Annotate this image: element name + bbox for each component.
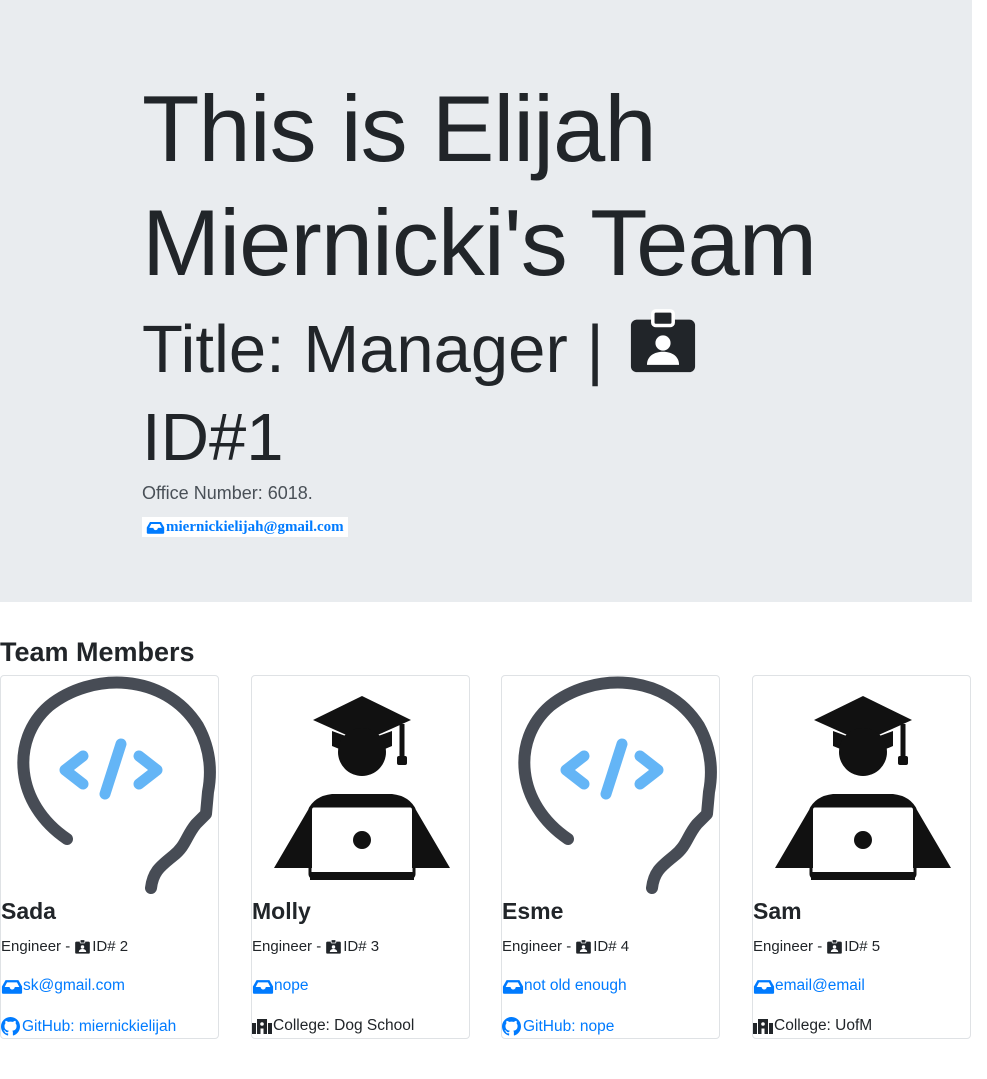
member-id: ID# 5 <box>844 938 881 955</box>
inbox-icon <box>252 979 274 994</box>
inbox-icon <box>146 521 165 534</box>
manager-id: ID#1 <box>142 400 284 475</box>
member-github-link[interactable]: GitHub: nope <box>502 1017 614 1036</box>
engineer-head-icon <box>1 676 219 898</box>
member-card: Sada Engineer - ID# 2 sk@gmail.com GitHu… <box>0 675 219 1039</box>
member-college: College: Dog School <box>252 1017 414 1035</box>
member-role-text: Engineer - <box>252 938 322 955</box>
member-card: Sam Engineer - ID# 5 email@email College… <box>752 675 971 1039</box>
github-icon <box>502 1017 521 1036</box>
student-laptop-icon <box>753 676 971 898</box>
member-role: Engineer - ID# 2 <box>1 938 128 955</box>
github-icon <box>1 1017 20 1036</box>
office-number: Office Number: 6018. <box>142 483 313 503</box>
member-email-text: not old enough <box>524 977 627 994</box>
manager-title-label: Title: Manager | <box>142 312 604 387</box>
member-role: Engineer - ID# 4 <box>502 938 629 955</box>
manager-title: Title: Manager | ID#1 <box>142 306 782 482</box>
member-email-text: nope <box>274 977 309 994</box>
manager-email-link[interactable]: miernickielijah@gmail.com <box>142 517 348 537</box>
student-laptop-icon <box>252 676 470 898</box>
member-name: Sada <box>1 898 56 924</box>
school-icon <box>252 1018 272 1034</box>
member-email-text: email@email <box>775 977 865 994</box>
member-email-link[interactable]: email@email <box>753 977 865 995</box>
id-badge-icon <box>622 308 704 378</box>
member-role-text: Engineer - <box>753 938 823 955</box>
team-members-heading: Team Members <box>0 637 195 667</box>
member-id: ID# 2 <box>92 938 129 955</box>
member-name: Sam <box>753 898 802 924</box>
member-college-text: College: UofM <box>774 1017 873 1034</box>
member-id: ID# 4 <box>593 938 630 955</box>
id-badge-icon <box>826 939 843 955</box>
member-github-link[interactable]: GitHub: miernickielijah <box>1 1017 176 1036</box>
member-github-text: GitHub: miernickielijah <box>22 1017 177 1035</box>
id-badge-icon <box>74 939 91 955</box>
member-role-text: Engineer - <box>502 938 572 955</box>
member-card: Esme Engineer - ID# 4 not old enough Git… <box>501 675 720 1039</box>
inbox-icon <box>753 979 775 994</box>
member-role: Engineer - ID# 3 <box>252 938 379 955</box>
member-role: Engineer - ID# 5 <box>753 938 880 955</box>
member-email-link[interactable]: not old enough <box>502 977 627 995</box>
manager-jumbotron: This is Elijah Miernicki's Team Title: M… <box>0 0 972 602</box>
member-github-text: GitHub: nope <box>523 1017 615 1035</box>
manager-email-text: miernickielijah@gmail.com <box>166 518 344 535</box>
inbox-icon <box>1 979 23 994</box>
member-college-text: College: Dog School <box>273 1017 415 1034</box>
id-badge-icon <box>325 939 342 955</box>
engineer-head-icon <box>502 676 720 898</box>
page-title: This is Elijah Miernicki's Team <box>142 76 817 295</box>
member-card: Molly Engineer - ID# 3 nope College: Dog… <box>251 675 470 1039</box>
id-badge-icon <box>575 939 592 955</box>
member-name: Molly <box>252 898 311 924</box>
member-email-text: sk@gmail.com <box>23 977 125 994</box>
member-role-text: Engineer - <box>1 938 71 955</box>
member-id: ID# 3 <box>343 938 380 955</box>
school-icon <box>753 1018 773 1034</box>
member-name: Esme <box>502 898 564 924</box>
inbox-icon <box>502 979 524 994</box>
member-email-link[interactable]: nope <box>252 977 308 995</box>
member-college: College: UofM <box>753 1017 872 1035</box>
member-email-link[interactable]: sk@gmail.com <box>1 977 125 995</box>
